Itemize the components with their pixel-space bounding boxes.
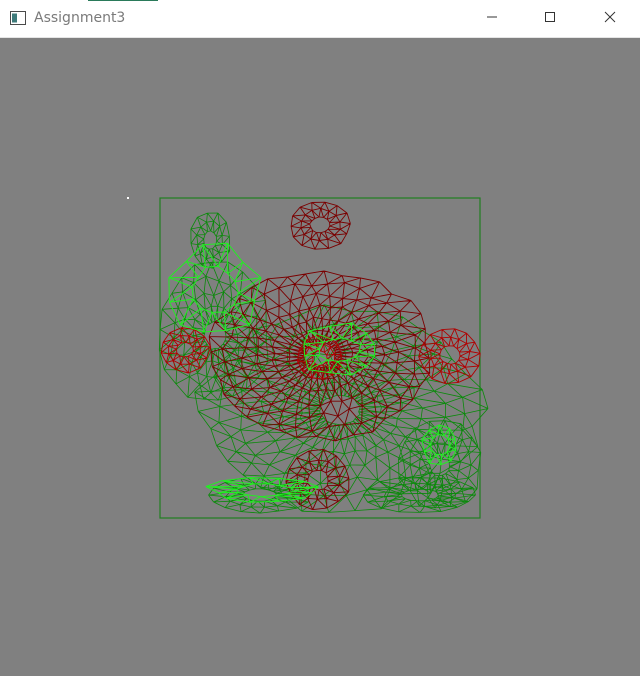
maximize-icon — [544, 10, 556, 28]
mesh-patch — [205, 477, 319, 503]
mesh-patch — [190, 212, 230, 269]
close-icon — [604, 10, 616, 28]
window-title: Assignment3 — [34, 10, 126, 26]
maximize-button[interactable] — [521, 0, 579, 38]
minimize-button[interactable] — [463, 0, 521, 38]
title-bar-accent — [88, 0, 158, 1]
close-button[interactable] — [581, 0, 639, 38]
mesh-patch — [160, 327, 212, 374]
render-viewport[interactable] — [0, 38, 640, 676]
title-bar[interactable]: Assignment3 — [0, 0, 640, 38]
mesh-patch — [168, 242, 262, 333]
app-window-icon — [10, 11, 26, 25]
wireframe-scene — [158, 197, 489, 519]
minimize-icon — [486, 10, 498, 28]
mesh-patch — [290, 201, 351, 250]
